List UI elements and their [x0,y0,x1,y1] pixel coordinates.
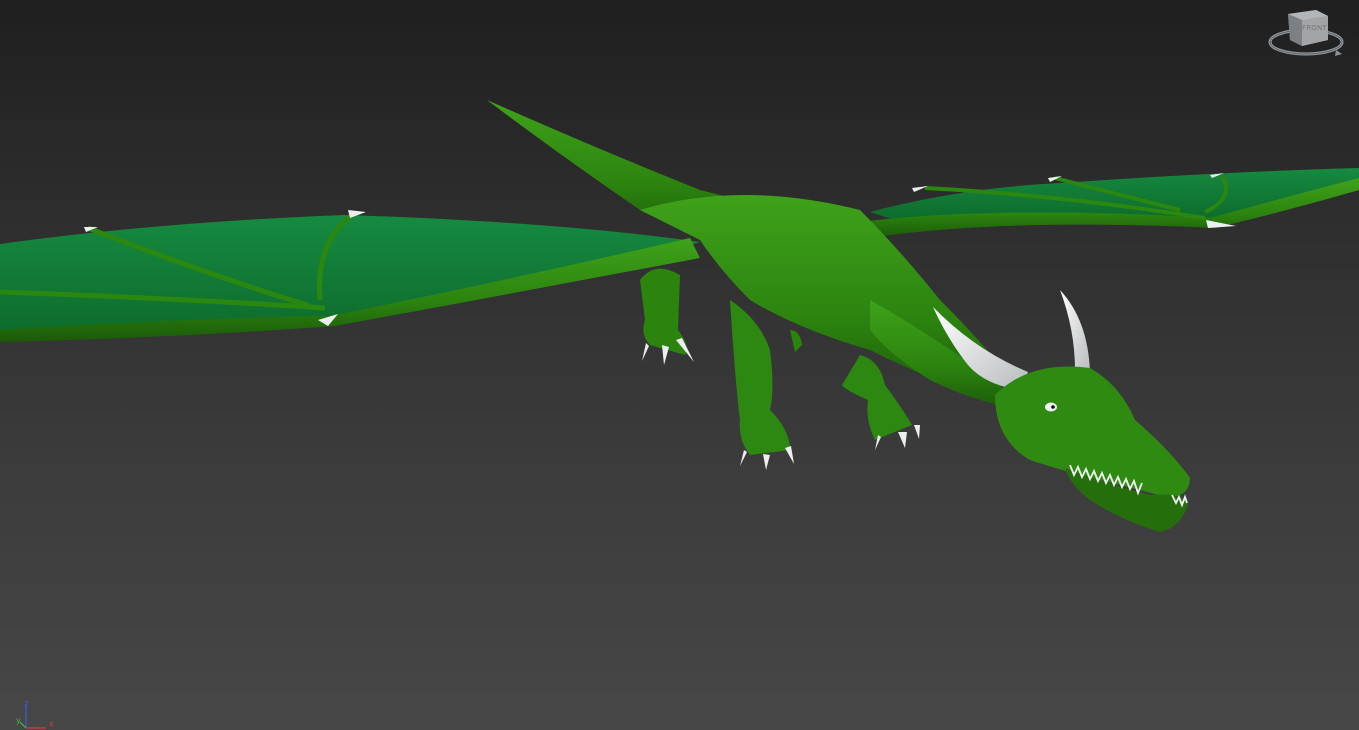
viewcube-icon[interactable] [1266,4,1346,62]
pupil [1051,405,1055,409]
front-left-leg [730,300,790,455]
back-right-leg [790,330,802,352]
right-horn [1060,290,1090,372]
axis-y-label: y [16,716,21,725]
front-right-leg [842,355,912,440]
dragon-model[interactable] [0,0,1359,730]
viewcube-face-label[interactable]: FRONT [1302,24,1327,32]
eye [1045,402,1057,412]
axis-z-label: z [24,699,29,708]
axis-x-label: x [49,719,54,728]
3d-viewport[interactable]: FRONT z y x [0,0,1359,730]
